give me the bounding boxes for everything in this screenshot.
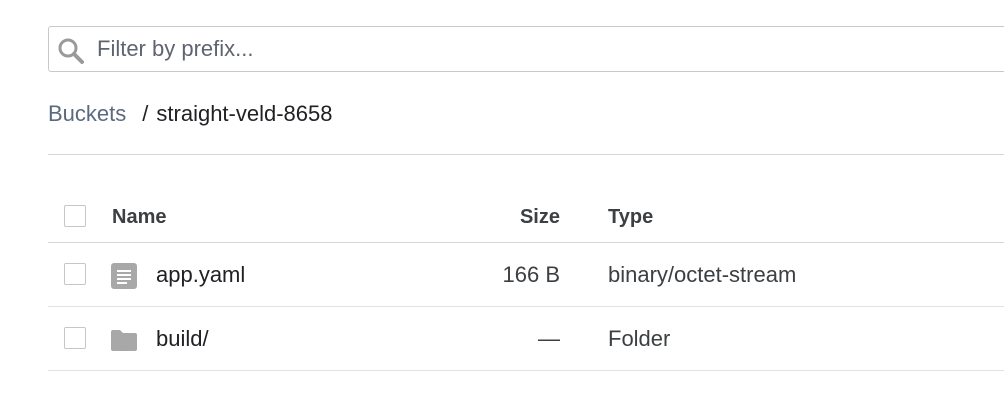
table-header-row: Name Size Type bbox=[48, 190, 1004, 243]
breadcrumb-buckets-link[interactable]: Buckets bbox=[48, 101, 126, 126]
search-bar bbox=[48, 26, 1004, 72]
select-all-checkbox[interactable] bbox=[64, 205, 86, 227]
breadcrumb-current-bucket: straight-veld-8658 bbox=[156, 101, 333, 126]
folder-icon bbox=[111, 330, 137, 351]
object-size: — bbox=[538, 326, 560, 351]
search-input[interactable] bbox=[97, 27, 977, 71]
object-type: binary/octet-stream bbox=[608, 262, 797, 287]
column-header-type[interactable]: Type bbox=[608, 204, 653, 230]
table-row[interactable]: app.yaml 166 B binary/octet-stream bbox=[48, 243, 1004, 307]
search-icon bbox=[58, 38, 84, 64]
row-checkbox[interactable] bbox=[64, 263, 86, 285]
breadcrumb-separator: / bbox=[142, 101, 149, 126]
divider bbox=[48, 154, 1004, 155]
column-header-size[interactable]: Size bbox=[520, 204, 560, 230]
object-name[interactable]: app.yaml bbox=[156, 261, 245, 289]
table-row[interactable]: build/ — Folder bbox=[48, 307, 1004, 371]
document-icon bbox=[111, 263, 137, 289]
breadcrumb: Buckets / straight-veld-8658 bbox=[48, 99, 333, 129]
row-checkbox[interactable] bbox=[64, 327, 86, 349]
object-type: Folder bbox=[608, 326, 671, 351]
bucket-browser: Buckets / straight-veld-8658 Name Size Typ… bbox=[0, 0, 1004, 416]
column-header-name[interactable]: Name bbox=[112, 204, 166, 230]
object-name[interactable]: build/ bbox=[156, 325, 209, 353]
object-size: 166 B bbox=[502, 262, 561, 287]
objects-table: Name Size Type app.yaml 166 B binary/oct… bbox=[48, 190, 1004, 371]
